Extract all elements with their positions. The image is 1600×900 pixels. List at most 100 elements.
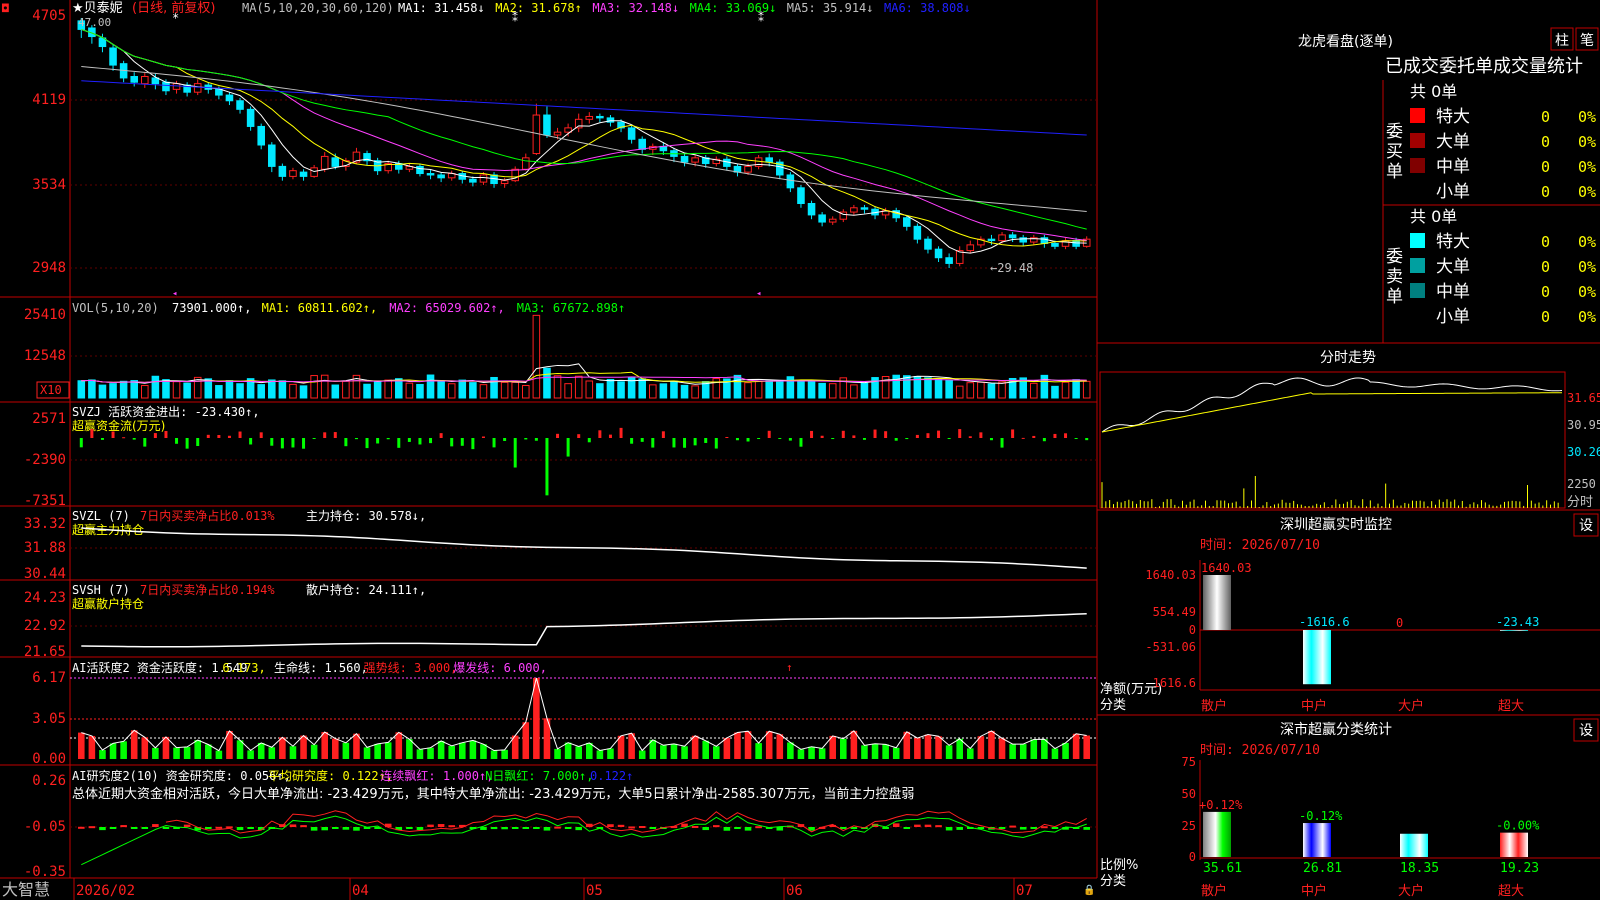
volume-bar xyxy=(670,380,678,399)
stock-name: ★贝泰妮 xyxy=(72,1,123,16)
ai-active-bar xyxy=(332,738,339,759)
ai-research-bar xyxy=(310,827,318,831)
volume-bar xyxy=(88,379,96,399)
ai-research-bar xyxy=(437,824,445,827)
svzj-bar xyxy=(598,430,602,438)
vol-legend: 73901.000↑, MA1: 60811.602↑, MA2: 65029.60… xyxy=(172,301,625,315)
ma-line xyxy=(81,80,1087,136)
volume-bar xyxy=(426,374,435,399)
order-count: 0 xyxy=(1541,183,1550,201)
intraday-vol-tick: 2250 xyxy=(1567,477,1596,491)
order-side-label: 委 xyxy=(1386,122,1403,142)
order-side-label: 卖 xyxy=(1386,267,1403,287)
ai-active-bar xyxy=(279,737,286,759)
volume-bar xyxy=(564,383,572,399)
intraday-price-line xyxy=(1101,377,1563,433)
sz-class-bar xyxy=(1203,811,1231,857)
volume-bar xyxy=(331,384,340,399)
svzj-bar xyxy=(291,438,295,448)
menu-icon[interactable]: ◘ xyxy=(1,2,9,15)
ai-active-bar xyxy=(892,747,900,759)
order-count: 0 xyxy=(1541,233,1550,251)
ai-active-bar xyxy=(247,750,254,759)
svzj-bar xyxy=(862,438,866,440)
ai-active-bar xyxy=(533,678,540,759)
signal-arrow: ↑ xyxy=(786,661,793,674)
ai-research-bar xyxy=(1083,827,1090,830)
ai-research-bar xyxy=(638,826,646,829)
low-price-label: ←29.48 xyxy=(990,261,1033,275)
volume-bar xyxy=(828,383,837,399)
ai-active-bar xyxy=(342,742,350,759)
volume-bar xyxy=(98,384,107,399)
order-count: 0 xyxy=(1541,258,1550,276)
volume-bar xyxy=(268,379,276,399)
ai-research-bar xyxy=(914,824,921,827)
sz-monitor-chart: 1640.03554.490-531.06-1616.61640.03散户-16… xyxy=(1145,560,1600,714)
ma-line xyxy=(81,28,1087,254)
volume-bar xyxy=(585,380,594,399)
svzj-bar xyxy=(439,433,443,438)
ai-active-bar xyxy=(924,734,932,759)
order-side-label: 委 xyxy=(1386,247,1403,267)
volume-bar xyxy=(903,375,911,399)
sz-monitor-y-tick: 1640.03 xyxy=(1145,568,1196,582)
svzj-bar xyxy=(841,430,845,438)
order-count: 0 xyxy=(1541,283,1550,301)
intraday-y-tick: 30.26 xyxy=(1567,445,1600,459)
volume-bars xyxy=(77,314,1091,399)
sz-class-category: 大户 xyxy=(1398,883,1424,899)
candle-body xyxy=(151,77,160,85)
volume-bar xyxy=(458,379,467,399)
ai-research-bar xyxy=(1019,827,1027,830)
candle-body xyxy=(130,76,138,83)
ai-active-labels-item: 生命线: 1.560, xyxy=(274,660,368,675)
svzj-bar xyxy=(852,435,856,438)
y-tick-label: 12548 xyxy=(24,348,66,364)
svzj-bar xyxy=(810,430,814,438)
svzj-bar xyxy=(90,429,94,438)
svzj-bar xyxy=(587,438,591,443)
ai-research-bar xyxy=(501,827,508,830)
svzj-bar xyxy=(757,438,761,439)
svzl-line1a: SVZL (7) xyxy=(72,509,130,523)
svzj-bar xyxy=(1021,437,1025,439)
ai-active-bar xyxy=(797,749,805,759)
svzj-bar xyxy=(365,438,369,449)
ai-research-bar xyxy=(152,824,159,827)
volume-bar xyxy=(987,383,996,399)
grid-lines xyxy=(70,99,1097,828)
svsh-line1a: SVSH (7) xyxy=(72,583,130,597)
ai-active-bar xyxy=(289,746,297,759)
candle-body xyxy=(596,115,604,119)
svzl-y-axis: 33.32 31.88 30.44 xyxy=(24,516,66,582)
candle-body xyxy=(268,144,276,167)
sz-class-change-label: -0.12% xyxy=(1299,809,1343,823)
ai-active-bar xyxy=(522,722,530,759)
svzj-bar xyxy=(217,435,221,438)
candle-body xyxy=(638,138,646,150)
event-marker: ⁑ xyxy=(758,11,764,25)
svzj-bar xyxy=(418,438,422,445)
ai-research-bar xyxy=(533,827,540,829)
svsh-line2: 超赢散户持仓 xyxy=(72,596,144,611)
ai-active-bar xyxy=(490,750,498,759)
volume-bar xyxy=(363,383,371,399)
order-side-label: 单 xyxy=(1386,287,1403,307)
ai-active-bar xyxy=(480,744,487,759)
order-pct: 0% xyxy=(1578,158,1596,176)
sz-class-value-label: 26.81 xyxy=(1303,861,1342,876)
svzj-bar xyxy=(746,438,750,442)
ai-active-legend: AI活跃度2 资金活跃度: 1.5496.173, 生命线: 1.560,强势线:… xyxy=(72,660,547,675)
sz-class-change-label: -0.00% xyxy=(1496,819,1540,833)
candle-body xyxy=(109,47,117,66)
volume-bar xyxy=(130,380,138,399)
svzj-bar xyxy=(492,438,496,448)
ai-research-bar xyxy=(215,826,223,829)
sz-monitor-bar-label: -1616.6 xyxy=(1299,615,1350,629)
ai-research-y-axis: 0.26 -0.05 -0.35 xyxy=(24,773,66,880)
vol-labels-item: 73901.000↑, xyxy=(172,301,251,315)
lock-icon[interactable]: 🔒 xyxy=(1083,884,1095,896)
volume-bar xyxy=(1082,380,1091,399)
ai-active-bar xyxy=(840,738,847,759)
